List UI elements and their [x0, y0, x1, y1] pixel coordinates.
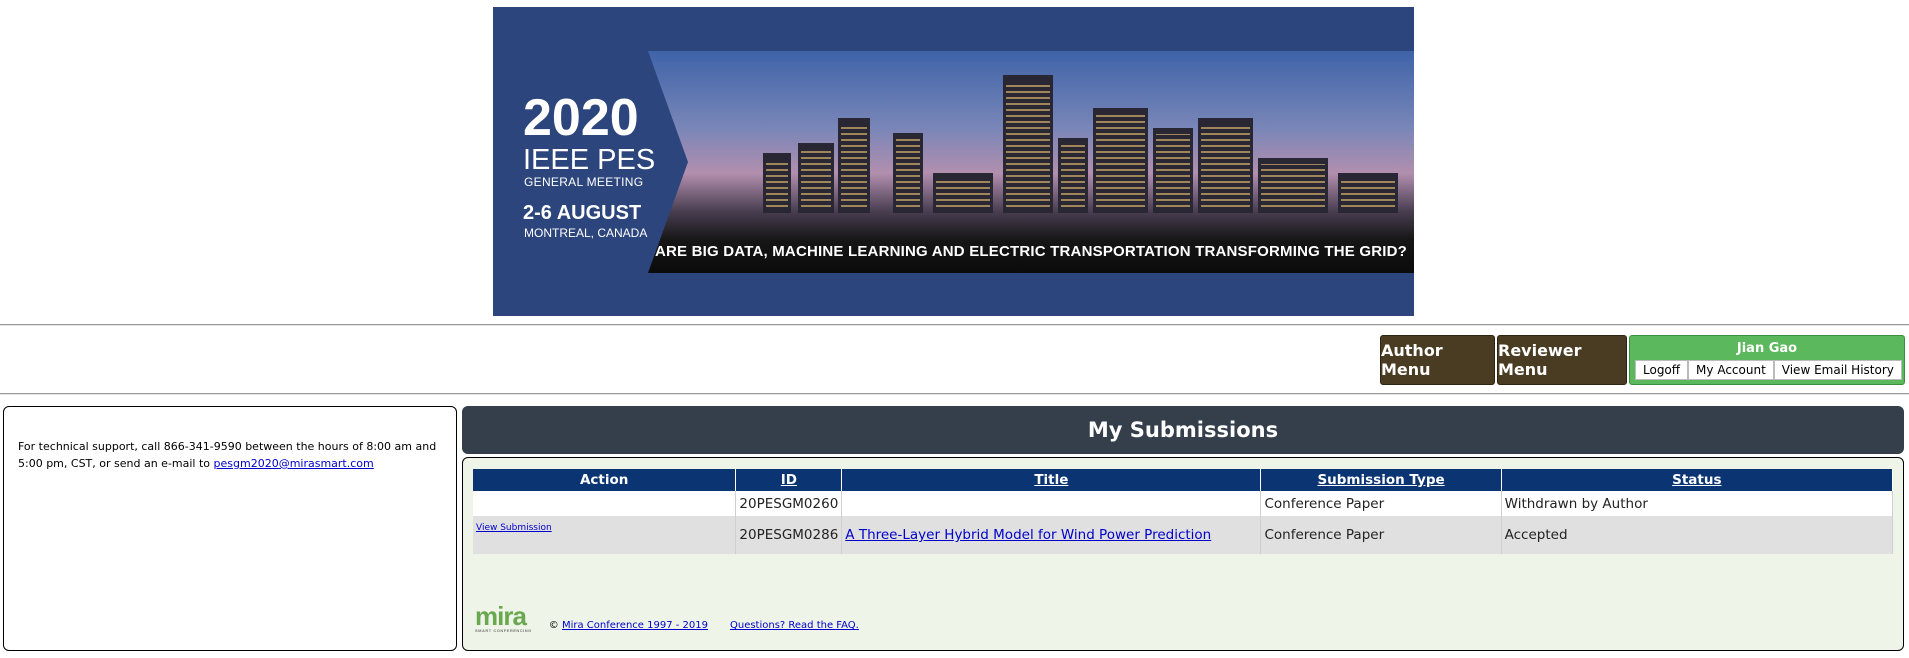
my-account-button[interactable]: My Account	[1688, 360, 1774, 380]
building	[893, 133, 923, 213]
banner-meeting: GENERAL MEETING	[524, 175, 644, 189]
row-id: 20PESGM0286	[735, 516, 843, 554]
building	[1093, 108, 1148, 213]
table-row: 20PESGM0260 Conference Paper Withdrawn b…	[473, 491, 1894, 516]
row-type: Conference Paper	[1260, 491, 1502, 516]
sort-id-link[interactable]: ID	[781, 472, 797, 488]
view-email-history-button[interactable]: View Email History	[1773, 360, 1902, 380]
page-title: My Submissions	[462, 406, 1904, 454]
conference-banner: 2020 IEEE PES GENERAL MEETING 2-6 AUGUST…	[493, 7, 1414, 316]
banner-year: 2020	[523, 89, 639, 147]
building	[798, 143, 834, 213]
banner-city: MONTREAL, CANADA	[524, 226, 648, 240]
user-name: Jian Gao	[1736, 341, 1798, 356]
copyright: © Mira Conference 1997 - 2019	[549, 620, 708, 631]
support-text: For technical support, call 866-341-9590…	[18, 438, 443, 472]
submissions-table: Action ID Title Submission Type Status 2…	[473, 469, 1894, 554]
footer: mira SMART CONFERENCING © Mira Conferenc…	[475, 601, 859, 633]
divider	[0, 324, 1909, 326]
banner-dates: 2-6 AUGUST	[523, 202, 642, 224]
column-header-status[interactable]: Status	[1501, 469, 1894, 491]
sort-title-link[interactable]: Title	[1034, 472, 1068, 488]
submission-title-link[interactable]: A Three-Layer Hybrid Model for Wind Powe…	[845, 527, 1211, 543]
banner-caption: ARE BIG DATA, MACHINE LEARNING AND ELECT…	[654, 243, 1407, 260]
skyline-photo	[648, 51, 1414, 273]
building	[1198, 118, 1253, 213]
sort-status-link[interactable]: Status	[1672, 472, 1721, 488]
building	[1058, 138, 1088, 213]
submissions-panel: Action ID Title Submission Type Status 2…	[462, 457, 1904, 651]
table-header-row: Action ID Title Submission Type Status	[473, 469, 1894, 491]
building	[1003, 75, 1053, 213]
reviewer-menu-button[interactable]: Reviewer Menu	[1497, 335, 1627, 385]
row-status: Withdrawn by Author	[1501, 491, 1894, 516]
user-panel: Jian Gao Logoff My Account View Email Hi…	[1629, 335, 1905, 385]
support-email-link[interactable]: pesgm2020@mirasmart.com	[214, 457, 374, 470]
building	[1153, 128, 1193, 213]
faq-link[interactable]: Questions? Read the FAQ.	[730, 620, 859, 631]
building	[763, 153, 791, 213]
view-submission-link[interactable]: View Submission	[476, 523, 552, 533]
row-title: A Three-Layer Hybrid Model for Wind Powe…	[841, 516, 1262, 554]
mira-logo-subtext: SMART CONFERENCING	[475, 628, 532, 633]
copyright-symbol: ©	[548, 620, 559, 631]
divider	[0, 393, 1909, 395]
column-header-id[interactable]: ID	[735, 469, 843, 491]
support-panel: For technical support, call 866-341-9590…	[3, 406, 457, 651]
sort-type-link[interactable]: Submission Type	[1317, 472, 1444, 488]
row-type: Conference Paper	[1260, 516, 1502, 554]
row-status: Accepted	[1501, 516, 1894, 554]
mira-logo-text: mira	[475, 601, 527, 631]
row-action: View Submission	[473, 516, 737, 554]
building	[1258, 158, 1328, 213]
mira-conference-link[interactable]: Mira Conference 1997 - 2019	[562, 620, 708, 631]
row-action	[473, 491, 737, 516]
column-header-submission-type[interactable]: Submission Type	[1260, 469, 1502, 491]
column-header-title[interactable]: Title	[841, 469, 1262, 491]
author-menu-button[interactable]: Author Menu	[1380, 335, 1495, 385]
building	[933, 173, 993, 213]
mira-logo: mira SMART CONFERENCING	[475, 601, 532, 633]
column-header-action: Action	[473, 469, 737, 491]
user-actions: Logoff My Account View Email History	[1635, 360, 1902, 380]
logoff-button[interactable]: Logoff	[1635, 360, 1689, 380]
building	[838, 118, 870, 213]
building	[1338, 173, 1398, 213]
row-title	[841, 491, 1262, 516]
table-row: View Submission 20PESGM0286 A Three-Laye…	[473, 516, 1894, 554]
row-id: 20PESGM0260	[735, 491, 843, 516]
banner-org: IEEE PES	[523, 144, 656, 176]
